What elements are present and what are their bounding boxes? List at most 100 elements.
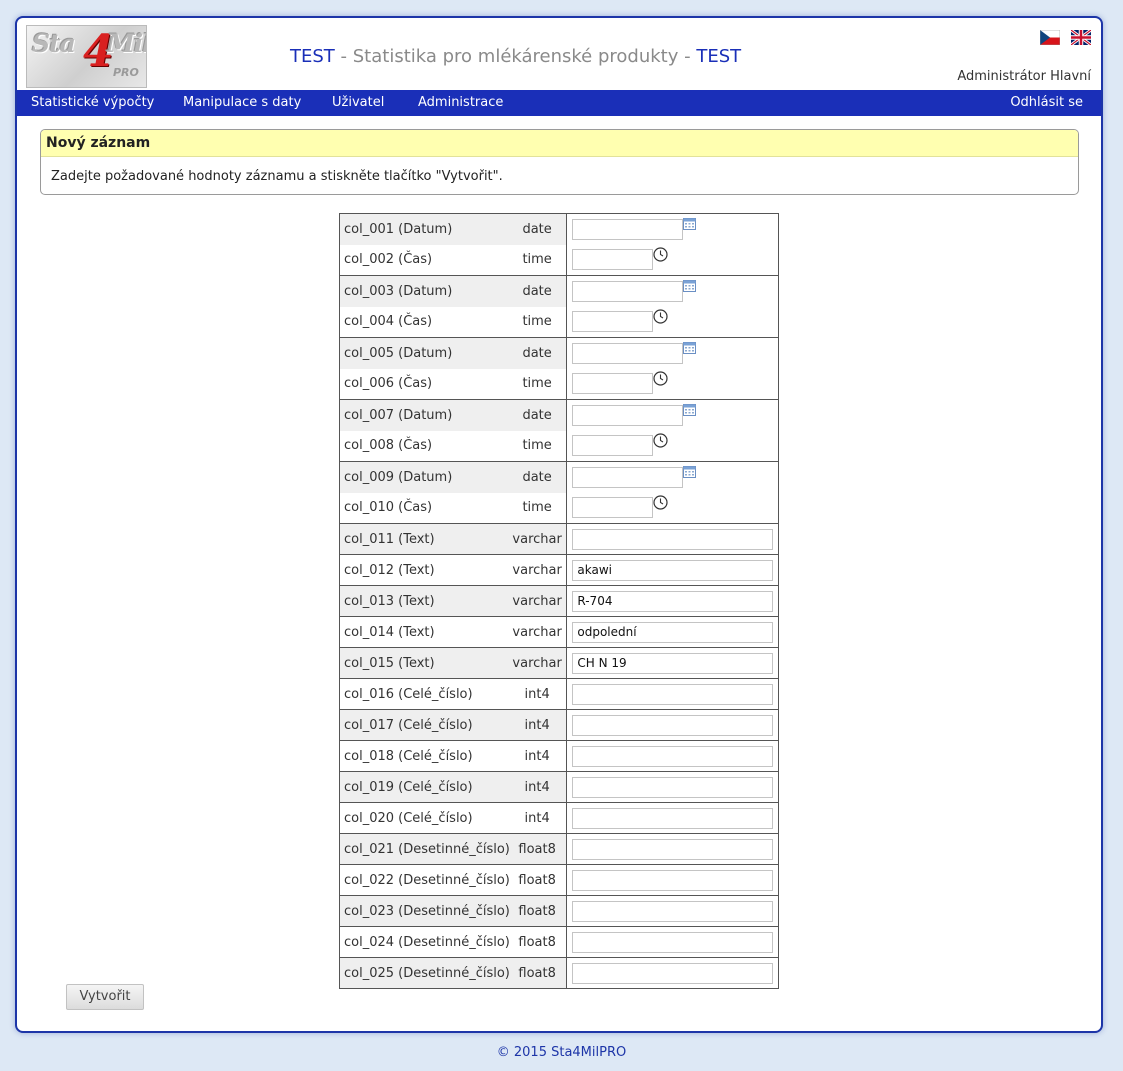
decimal-field[interactable] — [572, 869, 774, 891]
field-input-cell — [566, 554, 779, 586]
menu-item-user[interactable]: Uživatel — [332, 95, 384, 110]
logo-mil: Mil — [107, 29, 147, 58]
field-type: float8 — [509, 833, 567, 865]
field-label: col_010 (Čas) — [339, 492, 510, 524]
field-input-cell — [566, 740, 779, 772]
date-field[interactable] — [572, 342, 684, 364]
integer-field[interactable] — [572, 714, 774, 736]
clock-icon[interactable] — [653, 371, 668, 386]
form-row: col_023 (Desetinné_číslo) float8 — [339, 895, 779, 927]
create-button[interactable]: Vytvořit — [66, 984, 144, 1010]
text-field[interactable] — [572, 528, 774, 550]
menu-item-statistics[interactable]: Statistické výpočty — [31, 95, 154, 110]
text-field[interactable] — [572, 559, 774, 581]
field-input-cell — [566, 275, 779, 307]
date-field[interactable] — [572, 466, 684, 488]
calendar-icon[interactable] — [683, 217, 697, 230]
date-field[interactable] — [572, 404, 684, 426]
decimal-field[interactable] — [572, 838, 774, 860]
time-field[interactable] — [572, 249, 654, 271]
field-type: time — [509, 368, 567, 400]
field-input-cell — [566, 492, 779, 524]
field-label: col_021 (Desetinné_číslo) — [339, 833, 510, 865]
field-type: int4 — [509, 709, 567, 741]
field-label: col_011 (Text) — [339, 523, 510, 555]
field-type: int4 — [509, 740, 567, 772]
time-field[interactable] — [572, 311, 654, 333]
field-label: col_017 (Celé_číslo) — [339, 709, 510, 741]
form-row: col_007 (Datum) date — [339, 399, 779, 431]
form-row: col_024 (Desetinné_číslo) float8 — [339, 926, 779, 958]
text-field[interactable] — [572, 590, 774, 612]
field-input-cell — [566, 430, 779, 462]
field-input-cell — [566, 802, 779, 834]
calendar-icon[interactable] — [683, 341, 697, 354]
form-row: col_020 (Celé_číslo) int4 — [339, 802, 779, 834]
field-label: col_002 (Čas) — [339, 244, 510, 276]
decimal-field[interactable] — [572, 962, 774, 984]
title-suffix: TEST — [696, 46, 742, 67]
field-label: col_018 (Celé_číslo) — [339, 740, 510, 772]
field-input-cell — [566, 399, 779, 431]
decimal-field[interactable] — [572, 931, 774, 953]
field-input-cell — [566, 926, 779, 958]
decimal-field[interactable] — [572, 900, 774, 922]
field-input-cell — [566, 833, 779, 865]
logout-link[interactable]: Odhlásit se — [1010, 95, 1083, 110]
time-field[interactable] — [572, 497, 654, 519]
form-row: col_011 (Text) varchar — [339, 523, 779, 555]
logo-pro: PRO — [113, 66, 139, 79]
field-input-cell — [566, 895, 779, 927]
field-type: varchar — [509, 647, 567, 679]
form-row: col_010 (Čas) time — [339, 492, 779, 524]
field-label: col_004 (Čas) — [339, 306, 510, 338]
logo[interactable]: Sta 4 Mil PRO — [26, 25, 147, 88]
calendar-icon[interactable] — [683, 403, 697, 416]
uk-flag-icon[interactable] — [1071, 30, 1091, 45]
menu-item-data-manipulation[interactable]: Manipulace s daty — [183, 95, 301, 110]
integer-field[interactable] — [572, 745, 774, 767]
form-row: col_018 (Celé_číslo) int4 — [339, 740, 779, 772]
field-type: date — [509, 275, 567, 307]
field-label: col_005 (Datum) — [339, 337, 510, 369]
text-field[interactable] — [572, 621, 774, 643]
clock-icon[interactable] — [653, 247, 668, 262]
calendar-icon[interactable] — [683, 465, 697, 478]
form-row: col_013 (Text) varchar — [339, 585, 779, 617]
text-field[interactable] — [572, 652, 774, 674]
integer-field[interactable] — [572, 776, 774, 798]
form-row: col_004 (Čas) time — [339, 306, 779, 338]
integer-field[interactable] — [572, 807, 774, 829]
calendar-icon[interactable] — [683, 279, 697, 292]
clock-icon[interactable] — [653, 495, 668, 510]
form-row: col_001 (Datum) date — [339, 213, 779, 245]
title-separator: - — [678, 46, 697, 67]
panel-title: Nový záznam — [41, 130, 1078, 157]
field-input-cell — [566, 337, 779, 369]
clock-icon[interactable] — [653, 309, 668, 324]
date-field[interactable] — [572, 218, 684, 240]
form-row: col_021 (Desetinné_číslo) float8 — [339, 833, 779, 865]
title-separator: - — [334, 46, 353, 67]
time-field[interactable] — [572, 373, 654, 395]
field-label: col_022 (Desetinné_číslo) — [339, 864, 510, 896]
field-input-cell — [566, 616, 779, 648]
date-field[interactable] — [572, 280, 684, 302]
panel-message: Zadejte požadované hodnoty záznamu a sti… — [51, 169, 503, 184]
logo-sta: Sta — [32, 29, 76, 58]
field-type: varchar — [509, 616, 567, 648]
main-frame: Sta 4 Mil PRO TEST - Statistika pro mlék… — [15, 16, 1103, 1033]
czech-flag-icon[interactable] — [1040, 30, 1060, 45]
form-row: col_008 (Čas) time — [339, 430, 779, 462]
form-row: col_017 (Celé_číslo) int4 — [339, 709, 779, 741]
clock-icon[interactable] — [653, 433, 668, 448]
time-field[interactable] — [572, 435, 654, 457]
main-menu: Statistické výpočty Manipulace s daty Už… — [17, 90, 1101, 116]
field-input-cell — [566, 306, 779, 338]
menu-item-administration[interactable]: Administrace — [418, 95, 503, 110]
form-row: col_003 (Datum) date — [339, 275, 779, 307]
field-label: col_019 (Celé_číslo) — [339, 771, 510, 803]
field-input-cell — [566, 368, 779, 400]
integer-field[interactable] — [572, 683, 774, 705]
form-row: col_019 (Celé_číslo) int4 — [339, 771, 779, 803]
